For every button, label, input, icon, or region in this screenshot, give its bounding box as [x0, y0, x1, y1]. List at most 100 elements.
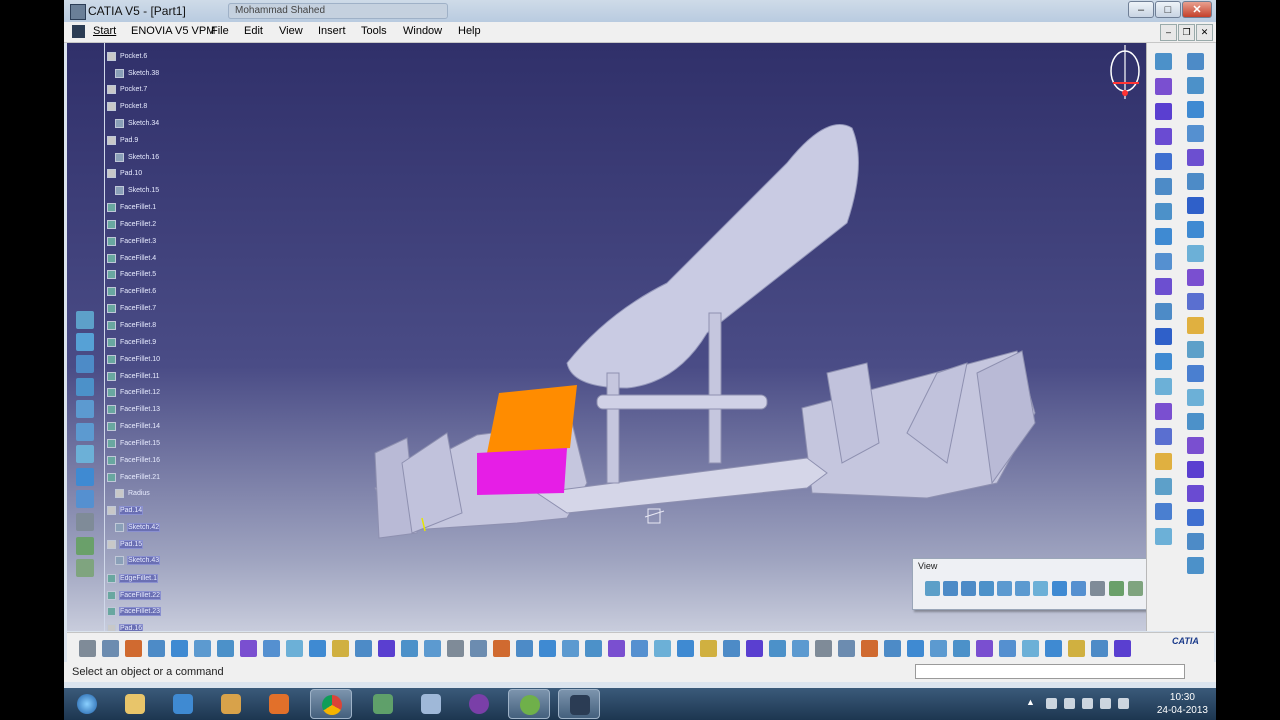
rib-icon[interactable] [1155, 203, 1172, 220]
pad-icon[interactable] [1155, 78, 1172, 95]
thread-icon[interactable] [1187, 197, 1204, 214]
compass-icon[interactable] [1110, 45, 1140, 99]
hide-icon[interactable] [562, 640, 579, 657]
apply-material-icon[interactable] [1091, 640, 1108, 657]
left-pylon[interactable] [606, 372, 620, 484]
shading-icon[interactable] [76, 513, 94, 531]
sew-surface-icon[interactable] [1187, 293, 1204, 310]
hide-show-icon[interactable] [1109, 581, 1124, 596]
pocket-icon[interactable] [1155, 103, 1172, 120]
undo-icon[interactable] [240, 640, 257, 657]
plane-icon[interactable] [401, 640, 418, 657]
line-icon[interactable] [378, 640, 395, 657]
translate-icon[interactable] [1187, 317, 1204, 334]
rotate-icon[interactable] [979, 581, 994, 596]
multi-section-solid-icon[interactable] [1155, 278, 1172, 295]
zoom-in-icon[interactable] [997, 581, 1012, 596]
axis-icon[interactable] [424, 640, 441, 657]
zoom-out-icon[interactable] [76, 423, 94, 441]
flag-icon[interactable] [1046, 698, 1057, 709]
groove-icon[interactable] [1155, 153, 1172, 170]
media-player-button[interactable] [210, 689, 252, 719]
mirror-icon[interactable] [1187, 389, 1204, 406]
sketch-icon[interactable] [447, 640, 464, 657]
menu-window[interactable]: Window [403, 25, 442, 37]
slot-icon[interactable] [1155, 228, 1172, 245]
snapshot-icon[interactable] [1114, 640, 1131, 657]
paint-button[interactable] [410, 689, 452, 719]
zoom-in-icon[interactable] [76, 400, 94, 418]
menu-help[interactable]: Help [458, 25, 481, 37]
edge-fillet-icon[interactable] [1187, 77, 1204, 94]
new-icon[interactable] [861, 640, 878, 657]
selected-face-orange[interactable] [487, 385, 577, 453]
messenger-button[interactable] [362, 689, 404, 719]
edge-fillet-icon[interactable] [1155, 328, 1172, 345]
snapshot-icon[interactable] [332, 640, 349, 657]
boolean-icon[interactable] [1187, 461, 1204, 478]
material-icon[interactable] [677, 640, 694, 657]
spline-icon[interactable] [493, 640, 510, 657]
filter-icon[interactable] [769, 640, 786, 657]
menu-enovia[interactable]: ENOVIA V5 VPM [131, 25, 215, 37]
save-icon[interactable] [907, 640, 924, 657]
apply-material-icon[interactable] [309, 640, 326, 657]
pan-icon[interactable] [76, 355, 94, 373]
grid-icon[interactable] [516, 640, 533, 657]
model-graphics[interactable] [67, 43, 1146, 631]
add-icon[interactable] [1187, 485, 1204, 502]
removed-multi-section-icon[interactable] [1187, 53, 1204, 70]
swap-visible-space-icon[interactable] [1128, 581, 1143, 596]
tray-chevron-icon[interactable]: ▲ [1026, 697, 1035, 707]
remove-icon[interactable] [1187, 509, 1204, 526]
print-icon[interactable] [930, 640, 947, 657]
analysis-icon[interactable] [792, 640, 809, 657]
cut-icon[interactable] [953, 640, 970, 657]
menu-file[interactable]: File [211, 25, 229, 37]
menu-edit[interactable]: Edit [244, 25, 263, 37]
redo-icon[interactable] [263, 640, 280, 657]
thread-icon[interactable] [1155, 453, 1172, 470]
gtalk-button[interactable] [508, 689, 550, 719]
start-button[interactable] [66, 689, 108, 719]
network-icon[interactable] [1064, 698, 1075, 709]
crossbar[interactable] [596, 394, 768, 410]
normal-view-icon[interactable] [76, 445, 94, 463]
open-icon[interactable] [102, 640, 119, 657]
background-window-tab[interactable]: Mohammad Shahed [228, 3, 448, 19]
update-icon[interactable] [838, 640, 855, 657]
fly-mode-icon[interactable] [76, 311, 94, 329]
catalog-icon[interactable] [700, 640, 717, 657]
maximize-button[interactable]: □ [1155, 1, 1181, 18]
chamfer-icon[interactable] [1155, 353, 1172, 370]
pattern-icon[interactable] [1187, 413, 1204, 430]
normal-view-icon[interactable] [1033, 581, 1048, 596]
pad-icon[interactable] [1187, 557, 1204, 574]
close-surface-icon[interactable] [1187, 269, 1204, 286]
chrome-button[interactable] [310, 689, 352, 719]
draft-icon[interactable] [1187, 125, 1204, 142]
fit-all-icon[interactable] [943, 581, 958, 596]
menu-insert[interactable]: Insert [318, 25, 346, 37]
3d-viewport[interactable]: Pocket.6 Sketch.38 Pocket.7 Pocket.8 Sketch.… [67, 43, 1146, 631]
draft-icon[interactable] [1155, 378, 1172, 395]
scaling-icon[interactable] [1187, 437, 1204, 454]
doc-minimize-button[interactable]: – [1160, 24, 1177, 41]
rotate-icon[interactable] [76, 378, 94, 396]
firefox-button[interactable] [258, 689, 300, 719]
split-icon[interactable] [1155, 478, 1172, 495]
multi-view-icon[interactable] [1052, 581, 1067, 596]
update-icon[interactable] [1118, 698, 1129, 709]
print-icon[interactable] [148, 640, 165, 657]
minimize-button[interactable]: – [1128, 1, 1154, 18]
iso-view-icon[interactable] [1071, 581, 1086, 596]
shaft-icon[interactable] [1155, 128, 1172, 145]
check-icon[interactable] [815, 640, 832, 657]
bittorrent-button[interactable] [458, 689, 500, 719]
pattern-icon[interactable] [723, 640, 740, 657]
new-icon[interactable] [79, 640, 96, 657]
symmetry-icon[interactable] [1187, 365, 1204, 382]
catia-menu-logo-icon[interactable] [72, 25, 85, 38]
fly-mode-icon[interactable] [925, 581, 940, 596]
stiffener-icon[interactable] [1155, 253, 1172, 270]
